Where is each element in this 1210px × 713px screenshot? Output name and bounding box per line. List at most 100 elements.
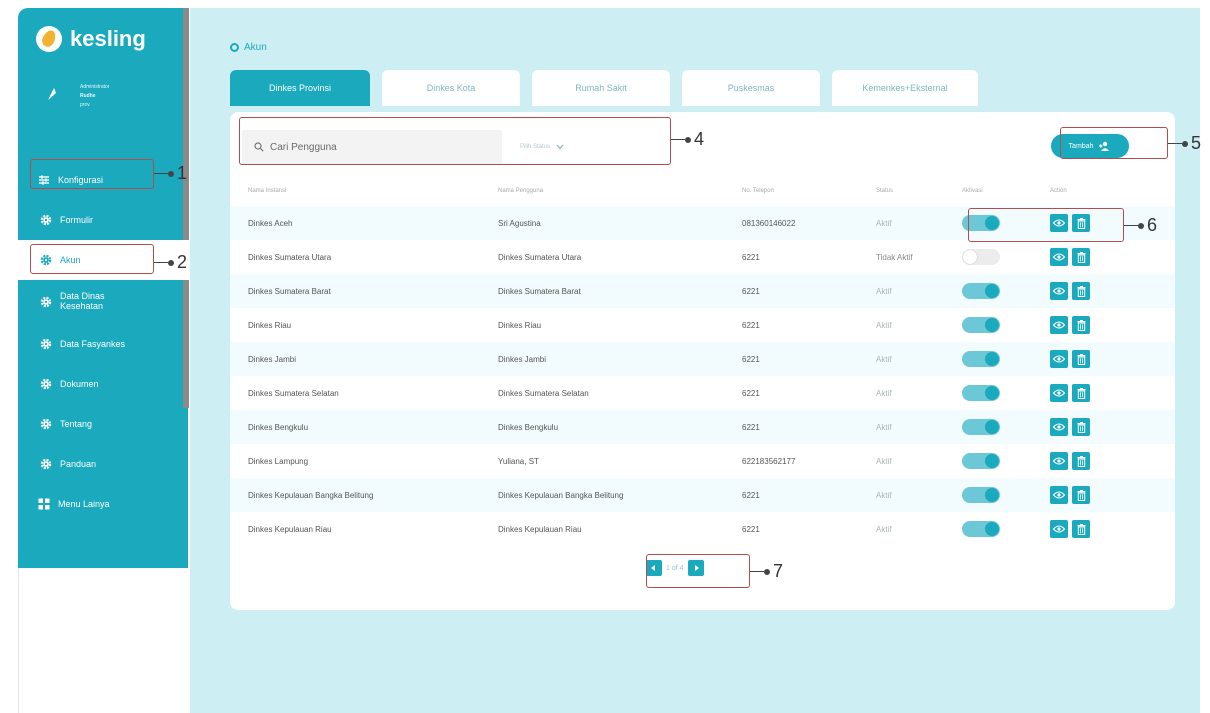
callout-4: 4	[671, 129, 704, 150]
sidebar-item-dokumen[interactable]: Dokumen	[18, 364, 188, 404]
cell-nama-instansi: Dinkes Riau	[248, 320, 292, 330]
delete-button[interactable]	[1072, 350, 1090, 368]
prev-page-button[interactable]	[646, 560, 662, 576]
sidebar-item-formulir[interactable]: Formulir	[18, 200, 188, 240]
activation-toggle[interactable]	[962, 215, 1000, 231]
gear-icon	[40, 254, 52, 266]
table-row: Dinkes Kepulauan Bangka Belitung Dinkes K…	[230, 478, 1175, 512]
cell-action	[1050, 248, 1175, 266]
cell-status: Aktif	[876, 524, 892, 534]
activation-toggle[interactable]	[962, 385, 1000, 401]
profile-role: Administrator	[80, 84, 110, 90]
tab-label: Dinkes Provinsi	[268, 83, 332, 93]
trash-icon	[1077, 217, 1085, 229]
sidebar-item-panduan[interactable]: Panduan	[18, 444, 188, 484]
add-user-icon	[1099, 141, 1110, 151]
add-user-button[interactable]: Tambah	[1051, 134, 1129, 158]
sidebar-item-data-fasyankes[interactable]: Data Fasyankes	[18, 324, 188, 364]
delete-button[interactable]	[1072, 384, 1090, 402]
activation-toggle[interactable]	[962, 351, 1000, 367]
sidebar-item-menu-lainya[interactable]: Menu Lainya	[18, 484, 188, 524]
next-page-button[interactable]	[687, 560, 704, 576]
view-button[interactable]	[1050, 282, 1068, 300]
tab-puskesmas[interactable]: Puskesmas	[682, 70, 820, 106]
activation-toggle[interactable]	[962, 317, 1000, 333]
table-header: Nama Instansi Nama Pengguna No. Telepon …	[230, 176, 1175, 206]
cell-status: Aktif	[876, 388, 892, 398]
delete-button[interactable]	[1072, 418, 1090, 436]
delete-button[interactable]	[1072, 486, 1090, 504]
view-button[interactable]	[1050, 418, 1068, 436]
tab-dinkes-provinsi[interactable]: Dinkes Provinsi	[230, 70, 370, 106]
cell-nama-pengguna: Dinkes Jambi	[498, 354, 547, 364]
header-aktivasi[interactable]: Aktivasi	[962, 188, 1050, 194]
trash-icon	[1077, 387, 1085, 399]
delete-button[interactable]	[1072, 452, 1090, 470]
delete-button[interactable]	[1072, 248, 1090, 266]
delete-button[interactable]	[1072, 520, 1090, 538]
cell-status: Aktif	[876, 490, 892, 500]
sidebar-item-data-dinas-kesehatan[interactable]: Data Dinas Kesehatan	[18, 280, 188, 324]
search-input[interactable]: Cari Pengguna	[242, 130, 502, 164]
view-button[interactable]	[1050, 214, 1068, 232]
callout-number: 5	[1191, 133, 1202, 153]
callout-1: 1	[154, 163, 187, 184]
delete-button[interactable]	[1072, 282, 1090, 300]
toggle-knob	[985, 386, 999, 400]
main-content: Akun Dinkes Provinsi Dinkes Kota Rumah S…	[190, 8, 1200, 713]
activation-toggle[interactable]	[962, 521, 1000, 537]
toggle-knob	[985, 318, 999, 332]
cell-no-telepon: 081360146022	[742, 218, 796, 228]
activation-toggle[interactable]	[962, 453, 1000, 469]
activation-toggle[interactable]	[962, 419, 1000, 435]
header-nama-instansi[interactable]: Nama Instansi	[230, 188, 498, 194]
pagination: 1 of 4	[646, 560, 704, 576]
arrow-right-icon	[694, 565, 699, 571]
view-button[interactable]	[1050, 452, 1068, 470]
header-nama-pengguna[interactable]: Nama Pengguna	[498, 188, 742, 194]
view-button[interactable]	[1050, 486, 1068, 504]
tab-label: Dinkes Kota	[426, 83, 476, 93]
view-button[interactable]	[1050, 520, 1068, 538]
cell-nama-instansi: Dinkes Sumatera Barat	[248, 286, 331, 296]
trash-icon	[1077, 251, 1085, 263]
view-button[interactable]	[1050, 350, 1068, 368]
activation-toggle[interactable]	[962, 487, 1000, 503]
header-no-telepon[interactable]: No. Telepon	[742, 188, 876, 194]
tab-kemenkes-eksternal[interactable]: Kemenkes+Eksternal	[832, 70, 978, 106]
eye-icon	[1053, 525, 1065, 533]
cell-action	[1050, 452, 1175, 470]
delete-button[interactable]	[1072, 214, 1090, 232]
user-profile[interactable]: Administrator Rudhe prov	[46, 84, 109, 108]
callout-7: 7	[750, 561, 783, 582]
tab-dinkes-kota[interactable]: Dinkes Kota	[382, 70, 520, 106]
cell-nama-pengguna: Dinkes Kepulauan Bangka Belitung	[498, 490, 624, 500]
cell-aktivasi	[962, 249, 1050, 265]
eye-icon	[1053, 287, 1065, 295]
view-button[interactable]	[1050, 248, 1068, 266]
eye-icon	[1053, 321, 1065, 329]
tab-rumah-sakit[interactable]: Rumah Sakit	[532, 70, 670, 106]
sidebar-item-tentang[interactable]: Tentang	[18, 404, 188, 444]
cell-nama-pengguna: Dinkes Riau	[498, 320, 542, 330]
header-status[interactable]: Status	[876, 188, 962, 194]
table-body: Dinkes Aceh Sri Agustina 081360146022 Aktif…	[230, 206, 1175, 546]
gear-icon	[40, 418, 52, 430]
activation-toggle[interactable]	[962, 283, 1000, 299]
callout-6: 6	[1124, 215, 1157, 236]
activation-toggle[interactable]	[962, 249, 1000, 265]
view-button[interactable]	[1050, 384, 1068, 402]
breadcrumb-label: Akun	[244, 42, 267, 53]
sidebar-item-label: Menu Lainya	[58, 499, 110, 509]
view-button[interactable]	[1050, 316, 1068, 334]
header-action: Action	[1050, 188, 1067, 194]
delete-button[interactable]	[1072, 316, 1090, 334]
cell-action	[1050, 316, 1175, 334]
toggle-knob	[985, 352, 999, 366]
cell-status: Aktif	[876, 456, 892, 466]
gear-icon	[40, 458, 52, 470]
status-filter-select[interactable]: Pilih Status	[502, 130, 662, 164]
gear-icon	[40, 338, 52, 350]
sidebar-item-label: Tentang	[60, 419, 93, 429]
app-logo[interactable]: kesling	[36, 26, 146, 52]
